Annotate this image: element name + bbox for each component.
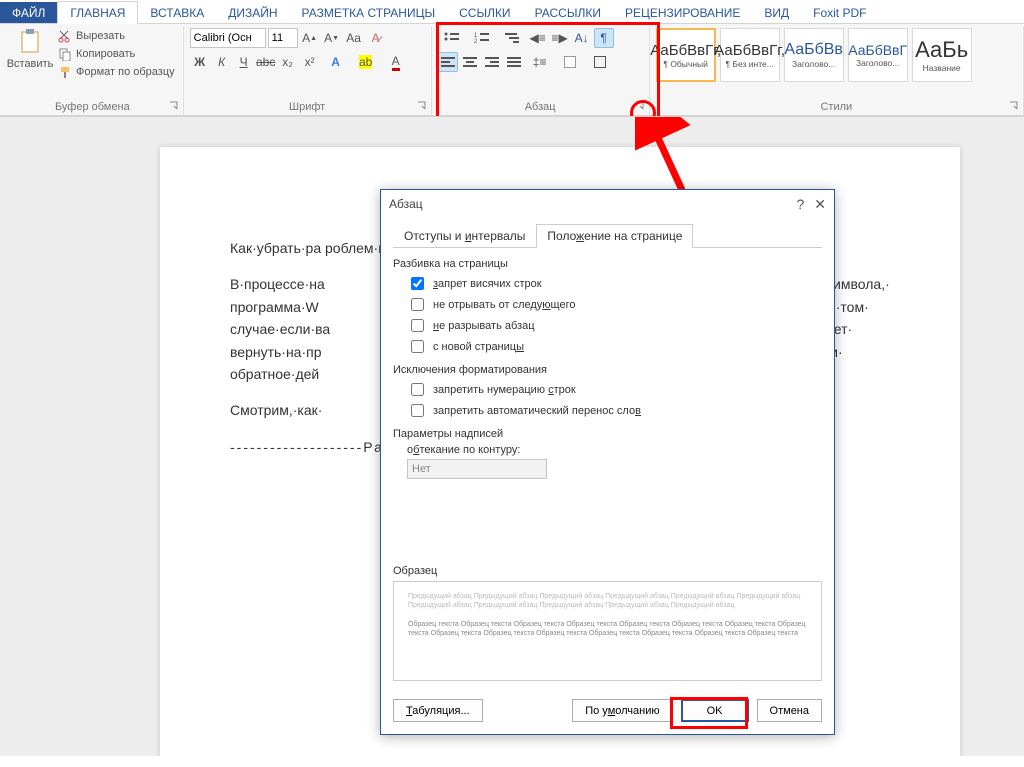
change-case-button[interactable]: Aa	[344, 28, 364, 48]
style-heading2[interactable]: АаБбВвГЗаголово...	[848, 28, 908, 82]
line-spacing-button[interactable]: ‡≡	[526, 52, 554, 72]
section-textbox: Параметры надписей	[393, 428, 822, 440]
style-heading1[interactable]: АаБбВвЗаголово...	[784, 28, 844, 82]
font-name-input[interactable]	[190, 28, 266, 48]
section-pagination: Разбивка на страницы	[393, 258, 822, 270]
dialog-title-text: Абзац	[389, 197, 423, 211]
clipboard-launcher[interactable]	[167, 99, 181, 113]
wrap-select	[407, 459, 547, 479]
group-paragraph: 12 ◀≡ ≡▶ A↓ ¶ ‡≡ Абзац	[432, 26, 650, 115]
shading-button[interactable]	[556, 52, 584, 72]
wrap-label: обтекание по контуру:	[407, 444, 822, 456]
text-effects-button[interactable]: A	[322, 52, 350, 72]
chk-widow-control[interactable]: запрет висячих строк	[407, 274, 822, 293]
bullets-button[interactable]	[438, 28, 466, 48]
group-title-clipboard: Буфер обмена	[8, 99, 177, 115]
style-normal[interactable]: АаБбВвГг,¶ Обычный	[656, 28, 716, 82]
paste-button[interactable]: Вставить	[8, 28, 52, 70]
group-clipboard: Вставить Вырезать Копировать Формат по о…	[2, 26, 184, 115]
tab-foxit[interactable]: Foxit PDF	[801, 2, 878, 23]
bold-button[interactable]: Ж	[190, 52, 210, 72]
chk-keep-with-next[interactable]: не отрывать от следующего	[407, 295, 822, 314]
strike-button[interactable]: abc	[256, 52, 276, 72]
close-button[interactable]: ✕	[814, 196, 826, 213]
group-title-styles: Стили	[656, 99, 1017, 115]
chk-suppress-line-numbers[interactable]: запретить нумерацию строк	[407, 380, 822, 399]
scissors-icon	[58, 29, 72, 43]
multilevel-button[interactable]	[498, 28, 526, 48]
grow-font-button[interactable]: A▲	[300, 28, 320, 48]
font-color-button[interactable]: A	[382, 52, 410, 72]
tab-review[interactable]: РЕЦЕНЗИРОВАНИЕ	[613, 2, 752, 23]
copy-icon	[58, 47, 72, 61]
tab-home[interactable]: ГЛАВНАЯ	[57, 1, 138, 24]
group-styles: АаБбВвГг,¶ Обычный АаБбВвГг,¶ Без инте..…	[650, 26, 1024, 115]
paste-label: Вставить	[7, 58, 54, 70]
tab-mailings[interactable]: РАССЫЛКИ	[523, 2, 613, 23]
group-title-paragraph: Абзац	[438, 99, 643, 115]
chk-no-hyphenation[interactable]: запретить автоматический перенос слов	[407, 401, 822, 420]
format-painter-button[interactable]: Формат по образцу	[56, 64, 177, 80]
align-left-button[interactable]	[438, 52, 458, 72]
group-title-font: Шрифт	[190, 99, 425, 115]
cut-button[interactable]: Вырезать	[56, 28, 177, 44]
chk-page-break-before[interactable]: с новой страницы	[407, 337, 822, 356]
preview-box: Предыдущий абзац Предыдущий абзац Предыд…	[393, 581, 822, 681]
svg-text:2: 2	[474, 39, 478, 45]
ok-button[interactable]: OK	[681, 699, 749, 722]
clipboard-icon	[16, 28, 44, 56]
tab-pageposition[interactable]: Положение на странице	[536, 224, 693, 248]
subscript-button[interactable]: x₂	[278, 52, 298, 72]
help-button[interactable]: ?	[796, 196, 804, 213]
shrink-font-button[interactable]: A▼	[322, 28, 342, 48]
show-marks-button[interactable]: ¶	[594, 28, 614, 48]
group-font: A▲ A▼ Aa A̷ Ж К Ч abc x₂ x² A ab A Шрифт	[184, 26, 432, 115]
tab-insert[interactable]: ВСТАВКА	[138, 2, 216, 23]
cancel-button[interactable]: Отмена	[757, 699, 822, 722]
font-launcher[interactable]	[415, 99, 429, 113]
tab-design[interactable]: ДИЗАЙН	[216, 2, 289, 23]
superscript-button[interactable]: x²	[300, 52, 320, 72]
tab-view[interactable]: ВИД	[752, 2, 801, 23]
clear-format-button[interactable]: A̷	[366, 28, 386, 48]
dialog-tabs: Отступы и интервалы Положение на страниц…	[393, 224, 822, 248]
underline-button[interactable]: Ч	[234, 52, 254, 72]
ribbon: Вставить Вырезать Копировать Формат по о…	[0, 24, 1024, 116]
chk-keep-together[interactable]: не разрывать абзац	[407, 316, 822, 335]
style-nospacing[interactable]: АаБбВвГг,¶ Без инте...	[720, 28, 780, 82]
tab-layout[interactable]: РАЗМЕТКА СТРАНИЦЫ	[290, 2, 448, 23]
document-area: Как·убрать·ра роблем·как·небывало¶ В·про…	[0, 116, 1024, 756]
tab-references[interactable]: ССЫЛКИ	[447, 2, 522, 23]
outdent-button[interactable]: ◀≡	[528, 28, 548, 48]
tab-indents[interactable]: Отступы и интервалы	[393, 224, 536, 248]
italic-button[interactable]: К	[212, 52, 232, 72]
ribbon-tabs: ФАЙЛ ГЛАВНАЯ ВСТАВКА ДИЗАЙН РАЗМЕТКА СТР…	[0, 0, 1024, 24]
font-size-input[interactable]	[268, 28, 298, 48]
default-button[interactable]: По умолчанию	[572, 699, 672, 722]
numbering-button[interactable]: 12	[468, 28, 496, 48]
paragraph-dialog: Абзац ? ✕ Отступы и интервалы Положение …	[380, 189, 835, 735]
highlight-button[interactable]: ab	[352, 52, 380, 72]
brush-icon	[58, 65, 72, 79]
copy-button[interactable]: Копировать	[56, 46, 177, 62]
tabs-button[interactable]: Табуляция...	[393, 699, 483, 722]
paragraph-launcher[interactable]	[633, 99, 647, 113]
indent-button[interactable]: ≡▶	[550, 28, 570, 48]
sort-button[interactable]: A↓	[572, 28, 592, 48]
section-formatting-exceptions: Исключения форматирования	[393, 364, 822, 376]
justify-button[interactable]	[504, 52, 524, 72]
section-preview: Образец	[393, 565, 822, 577]
styles-launcher[interactable]	[1007, 99, 1021, 113]
align-right-button[interactable]	[482, 52, 502, 72]
tab-file[interactable]: ФАЙЛ	[0, 2, 57, 23]
dialog-titlebar[interactable]: Абзац ? ✕	[381, 190, 834, 218]
align-center-button[interactable]	[460, 52, 480, 72]
style-title[interactable]: АаБьНазвание	[912, 28, 972, 82]
borders-button[interactable]	[586, 52, 614, 72]
